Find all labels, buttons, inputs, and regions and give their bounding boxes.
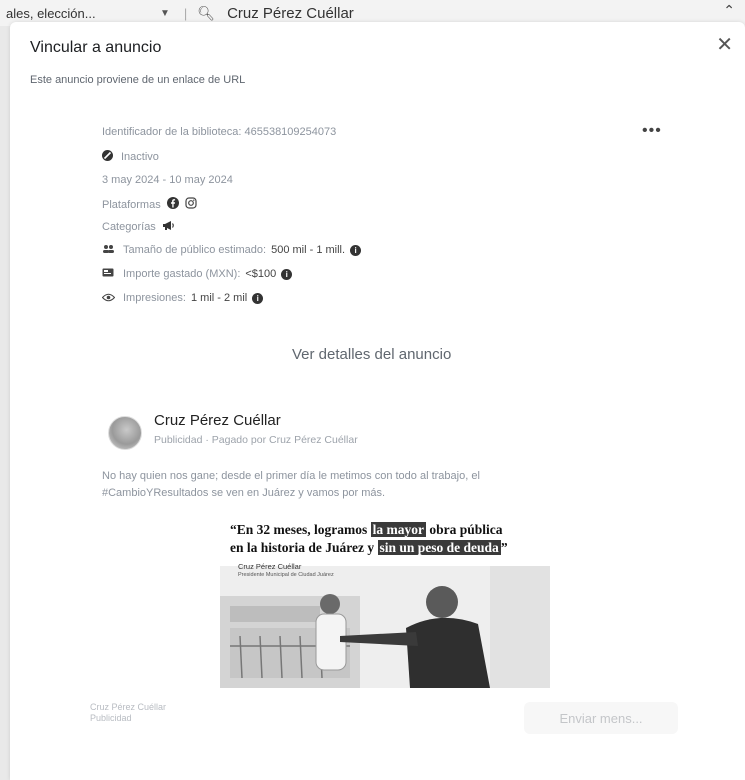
spend-value: <$100 [245,268,277,280]
more-options-icon[interactable]: ••• [642,122,662,140]
sponsored-label: Publicidad · Pagado por Cruz Pérez Cuéll… [154,434,358,446]
send-message-button[interactable]: Enviar mens... [524,702,678,734]
close-icon[interactable]: ✕ [716,35,733,55]
spend-label: Importe gastado (MXN): [123,268,241,280]
audience-value: 500 mil - 1 mill. [271,244,346,256]
audience-label: Tamaño de público estimado: [123,244,267,256]
info-icon[interactable]: i [281,268,293,280]
creative-photo [220,566,550,688]
search-query[interactable]: Cruz Pérez Cuéllar [227,5,354,22]
categories-row: Categorías [102,220,175,234]
info-icon[interactable]: i [252,292,264,304]
impressions-row: Impresiones: 1 mil - 2 mil i [101,291,264,305]
date-range: 3 may 2024 - 10 may 2024 [102,174,233,186]
status-text: Inactivo [121,151,159,163]
money-icon [102,267,115,281]
eye-icon [101,291,116,305]
search-icon[interactable]: 🔍︎ [197,5,215,22]
instagram-icon [185,197,197,212]
info-icon[interactable]: i [350,244,362,256]
category-filter[interactable]: ales, elección... [0,6,158,21]
chevron-up-icon[interactable]: ⌃ [723,2,735,19]
creative-quote-line-2: en la historia de Juárez y sin un peso d… [230,540,508,555]
chevron-down-icon[interactable]: ▼ [160,8,170,19]
creative-quote-line-1: “En 32 meses, logramos la mayor obra púb… [230,522,503,537]
impressions-label: Impresiones: [123,292,186,304]
ad-creative-image[interactable]: “En 32 meses, logramos la mayor obra púb… [220,518,550,688]
audience-row: Tamaño de público estimado: 500 mil - 1 … [102,243,362,257]
spend-row: Importe gastado (MXN): <$100 i [102,267,293,281]
page-name[interactable]: Cruz Pérez Cuéllar [154,412,281,429]
creative-caption-name: Cruz Pérez Cuéllar [238,562,302,571]
platforms-label: Plataformas [102,198,161,211]
dialog-title: Vincular a anuncio [30,39,162,56]
dialog-subtitle: Este anuncio proviene de un enlace de UR… [30,74,246,86]
ad-body-text: No hay quien nos gane; desde el primer d… [102,470,480,499]
ad-footer-page: Cruz Pérez Cuéllar Publicidad [90,702,167,723]
facebook-icon [166,197,179,212]
view-ad-details-link[interactable]: Ver detalles del anuncio [292,346,451,363]
avatar[interactable] [108,416,142,450]
status-row: Inactivo [102,150,159,164]
link-to-ad-dialog: Vincular a anuncio ✕ Este anuncio provie… [10,22,745,780]
megaphone-icon [162,220,175,234]
impressions-value: 1 mil - 2 mil [190,292,248,304]
background-search-row: ales, elección... ▼ | 🔍︎ Cruz Pérez Cuél… [0,4,354,22]
library-id: Identificador de la biblioteca: 46553810… [102,126,337,138]
categories-label: Categorías [102,221,156,233]
people-icon [102,243,115,257]
creative-caption-role: Presidente Municipal de Ciudad Juárez [238,572,334,578]
platforms-row: Plataformas [102,197,197,212]
divider: | [183,5,188,21]
inactive-status-icon [102,150,113,164]
